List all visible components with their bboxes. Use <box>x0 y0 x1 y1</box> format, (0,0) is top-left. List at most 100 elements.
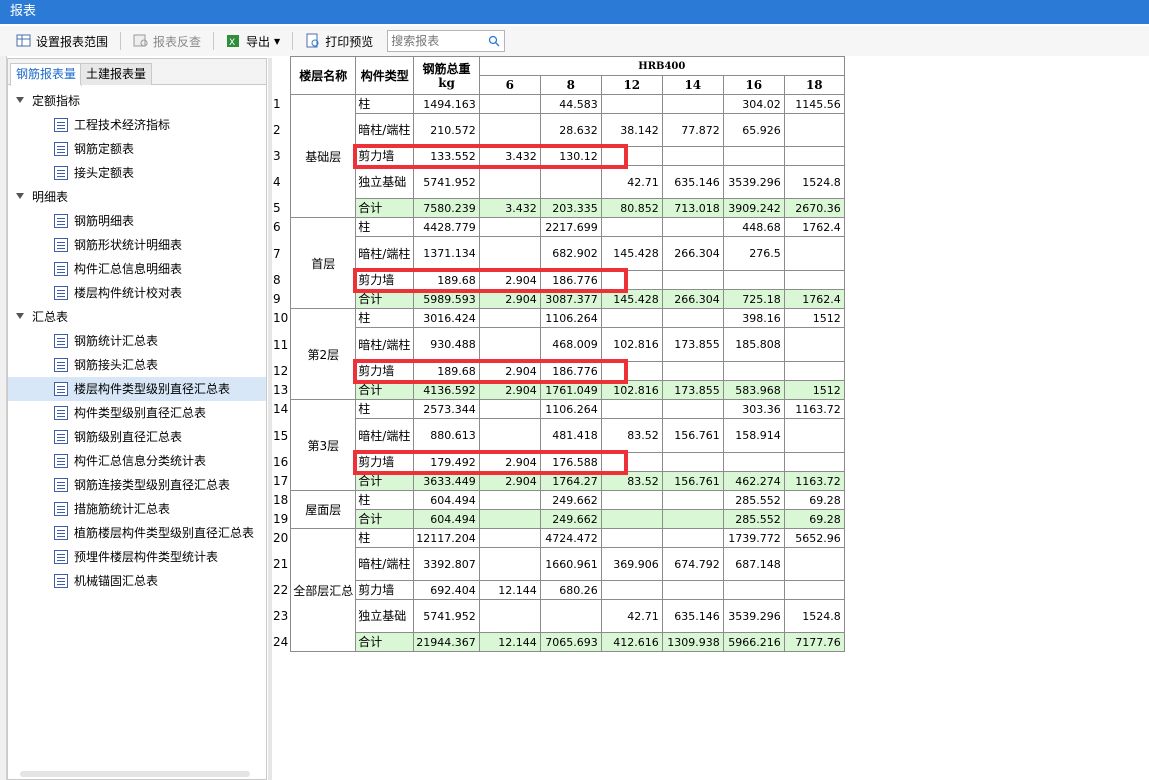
floor-name-cell: 基础层 <box>290 94 357 218</box>
tree-item[interactable]: 措施筋统计汇总表 <box>8 497 266 521</box>
tree-item[interactable]: 构件汇总信息分类统计表 <box>8 449 266 473</box>
expand-arrow-icon[interactable] <box>16 193 24 199</box>
diameter-value-cell: 42.71 <box>600 599 663 633</box>
report-doc-icon <box>54 526 68 540</box>
tree-group[interactable]: 汇总表 <box>8 305 266 329</box>
diameter-value-cell <box>722 361 785 381</box>
diameter-value-cell <box>661 361 724 381</box>
tree-group[interactable]: 明细表 <box>8 185 266 209</box>
diameter-value-cell: 173.855 <box>661 380 724 400</box>
diameter-value-cell: 304.02 <box>722 94 785 114</box>
tree-item[interactable]: 钢筋统计汇总表 <box>8 329 266 353</box>
row-number: 10 <box>272 308 291 328</box>
diameter-value-cell <box>661 528 724 548</box>
tree-item[interactable]: 预埋件楼层构件类型统计表 <box>8 545 266 569</box>
tree-item[interactable]: 楼层构件统计校对表 <box>8 281 266 305</box>
diameter-value-cell: 5652.96 <box>783 528 845 548</box>
table-row: 12 剪力墙 189.68 2.904 186.776 <box>272 361 845 381</box>
expand-arrow-icon[interactable] <box>16 313 24 319</box>
horizontal-scrollbar[interactable] <box>20 771 250 777</box>
diameter-value-cell: 12.144 <box>478 632 541 652</box>
set-report-range-button[interactable]: 设置报表范围 <box>10 30 114 52</box>
report-area: 楼层名称 构件类型 钢筋总重kg HRB400 6 8 12 14 16 18 1 基础层柱 1494.… <box>272 56 845 652</box>
tree-item[interactable]: 构件类型级别直径汇总表 <box>8 401 266 425</box>
tree-item[interactable]: 机械锚固汇总表 <box>8 569 266 593</box>
diameter-value-cell <box>722 270 785 290</box>
tree-item[interactable]: 钢筋明细表 <box>8 209 266 233</box>
component-type-cell: 柱 <box>355 399 415 419</box>
tree-item-label: 构件类型级别直径汇总表 <box>74 406 207 420</box>
tab-rebar-report[interactable]: 钢筋报表量 <box>10 63 83 86</box>
diameter-value-cell: 3087.377 <box>539 289 602 309</box>
diameter-value-cell <box>722 146 785 166</box>
diameter-value-cell: 725.18 <box>722 289 785 309</box>
diameter-value-cell: 1764.27 <box>539 471 602 491</box>
report-doc-icon <box>54 238 68 252</box>
report-table: 楼层名称 构件类型 钢筋总重kg HRB400 6 8 12 14 16 18 1 基础层柱 1494.… <box>272 56 845 652</box>
diameter-value-cell: 1660.961 <box>539 547 602 581</box>
tree-item[interactable]: 钢筋接头汇总表 <box>8 353 266 377</box>
tree-item[interactable]: 构件汇总信息明细表 <box>8 257 266 281</box>
search-box <box>387 30 506 52</box>
diameter-value-cell <box>661 308 724 328</box>
component-type-cell: 柱 <box>355 217 415 237</box>
tree-item-label: 措施筋统计汇总表 <box>74 502 171 516</box>
diameter-value-cell: 130.12 <box>539 146 602 166</box>
component-type-cell: 柱 <box>355 94 415 114</box>
table-row: 3 剪力墙 133.552 3.432 130.12 <box>272 146 845 166</box>
report-reverse-button[interactable]: 报表反查 <box>127 30 207 52</box>
diameter-value-cell: 1163.72 <box>783 471 845 491</box>
diameter-value-cell: 266.304 <box>661 236 724 271</box>
tree-item[interactable]: 钢筋形状统计明细表 <box>8 233 266 257</box>
chevron-down-icon: ▼ <box>274 36 281 46</box>
row-number: 17 <box>272 471 291 491</box>
diameter-value-cell: 185.808 <box>722 327 785 362</box>
tab-civil-report[interactable]: 土建报表量 <box>80 63 153 85</box>
search-icon[interactable] <box>488 35 500 47</box>
table-row: 22 剪力墙 692.404 12.144 680.26 <box>272 580 845 600</box>
total-weight-cell: 1371.134 <box>413 236 480 271</box>
diameter-value-cell <box>478 113 541 147</box>
tree-item[interactable]: 植筋楼层构件类型级别直径汇总表 <box>8 521 266 545</box>
diameter-value-cell: 186.776 <box>539 270 602 290</box>
report-doc-icon <box>54 214 68 228</box>
report-doc-icon <box>54 478 68 492</box>
diameter-value-cell <box>600 308 663 328</box>
tree-item[interactable]: 楼层构件类型级别直径汇总表 <box>8 377 266 401</box>
diameter-value-cell: 186.776 <box>539 361 602 381</box>
total-weight-cell: 1494.163 <box>413 94 480 114</box>
tree-item[interactable]: 钢筋连接类型级别直径汇总表 <box>8 473 266 497</box>
table-row: 1 基础层柱 1494.163 44.583 304.02 1145.56 <box>272 94 845 218</box>
table-row: 4 独立基础 5741.952 42.71 635.146 3539.296 1524.8 <box>272 165 845 199</box>
print-preview-icon <box>305 33 321 49</box>
tree-item[interactable]: 钢筋级别直径汇总表 <box>8 425 266 449</box>
tree-item[interactable]: 钢筋定额表 <box>8 137 266 161</box>
tree-item[interactable]: 工程技术经济指标 <box>8 113 266 137</box>
floor-name-cell: 首层 <box>290 217 357 309</box>
diameter-value-cell: 1762.4 <box>783 289 845 309</box>
diameter-value-cell <box>661 490 724 510</box>
diameter-value-cell: 1512 <box>783 308 845 328</box>
search-input[interactable] <box>388 31 485 51</box>
tree-item-label: 构件汇总信息分类统计表 <box>74 454 207 468</box>
diameter-value-cell <box>661 146 724 166</box>
row-number: 7 <box>272 236 291 271</box>
report-doc-icon <box>54 262 68 276</box>
tree-item-label: 钢筋统计汇总表 <box>74 334 159 348</box>
diameter-value-cell <box>478 509 541 529</box>
subtotal-row: 13 合计 4136.592 2.904 1761.049 102.816 173.855 5… <box>272 380 845 400</box>
diameter-value-cell <box>478 599 541 633</box>
report-doc-icon <box>54 430 68 444</box>
tree-item-label: 钢筋连接类型级别直径汇总表 <box>74 478 231 492</box>
tree-group[interactable]: 定额指标 <box>8 89 266 113</box>
diameter-value-cell <box>478 217 541 237</box>
tree-item[interactable]: 接头定额表 <box>8 161 266 185</box>
diameter-value-cell <box>539 165 602 199</box>
diameter-value-cell: 28.632 <box>539 113 602 147</box>
row-number: 11 <box>272 327 291 362</box>
export-button[interactable]: X 导出 ▼ <box>220 30 286 52</box>
report-doc-icon <box>54 118 68 132</box>
print-preview-button[interactable]: 打印预览 <box>299 30 379 52</box>
row-number: 9 <box>272 289 291 309</box>
expand-arrow-icon[interactable] <box>16 97 24 103</box>
